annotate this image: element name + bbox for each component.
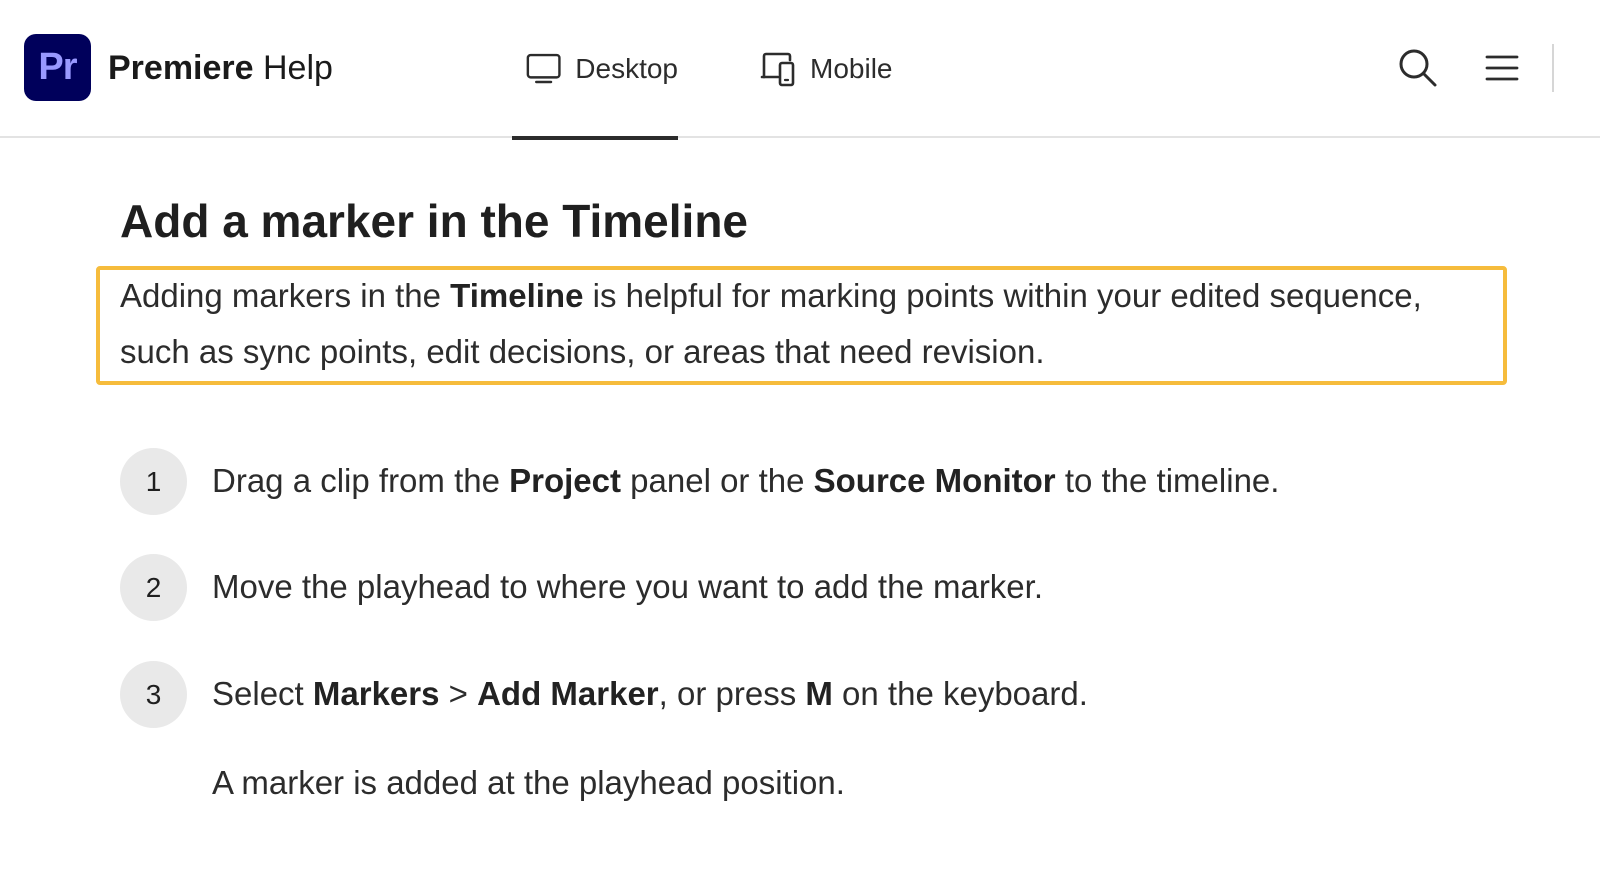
step-text-part: , or press [658,675,806,712]
step-text-bold: M [805,675,833,712]
search-icon [1399,49,1437,87]
step-item: 1 Drag a clip from the Project panel or … [120,448,1520,516]
monitor-icon [526,53,561,84]
step-number-badge: 3 [120,661,187,728]
step-text-part: Drag a clip from the [212,462,510,499]
menu-button[interactable] [1480,46,1524,90]
page-title: Add a marker in the Timeline [120,195,749,247]
tab-desktop[interactable]: Desktop [512,0,678,140]
step-text-part: Move the playhead to where you want to a… [212,568,1043,605]
step-text: Move the playhead to where you want to a… [212,562,1043,612]
intro-paragraph: Adding markers in the Timeline is helpfu… [120,268,1500,380]
step-text-bold: Add Marker [477,675,659,712]
tab-mobile[interactable]: Mobile [758,0,908,138]
step-item: 2 Move the playhead to where you want to… [120,554,1520,622]
intro-text-start: Adding markers in the [120,277,451,314]
step-number-badge: 1 [120,448,187,515]
step-result-text: A marker is added at the playhead positi… [212,764,845,801]
step-text-bold: Project [509,462,621,499]
article-header: Add a marker in the Timeline [120,190,1520,252]
step-text-part: Select [212,675,313,712]
devices-icon [760,52,795,87]
step-text-bold: Markers [312,675,440,712]
hamburger-menu-icon [1485,55,1519,81]
step-text-bold: Source Monitor [813,462,1056,499]
header-divider [1552,44,1554,92]
tab-desktop-label: Desktop [575,53,678,84]
step-text-part: on the keyboard. [832,675,1088,712]
intro-text-bold: Timeline [450,277,584,314]
premiere-logo[interactable]: Pr [24,34,91,101]
step-text: Select Markers > Add Marker, or press M … [212,669,1088,719]
site-title-suffix: Help [253,49,333,87]
step-text-part: to the timeline. [1055,462,1280,499]
step-number-badge: 2 [120,554,187,621]
site-title[interactable]: Premiere Help [108,46,333,90]
step-text-part: > [439,675,478,712]
site-title-product: Premiere [108,49,254,87]
search-button[interactable] [1396,46,1440,90]
site-header: Pr Premiere Help Desktop Mobile [0,0,1600,140]
step-item: 3 Select Markers > Add Marker, or press … [120,661,1520,729]
tab-mobile-label: Mobile [810,53,893,84]
step-text-part: panel or the [621,462,814,499]
step-text: Drag a clip from the Project panel or th… [212,456,1279,506]
